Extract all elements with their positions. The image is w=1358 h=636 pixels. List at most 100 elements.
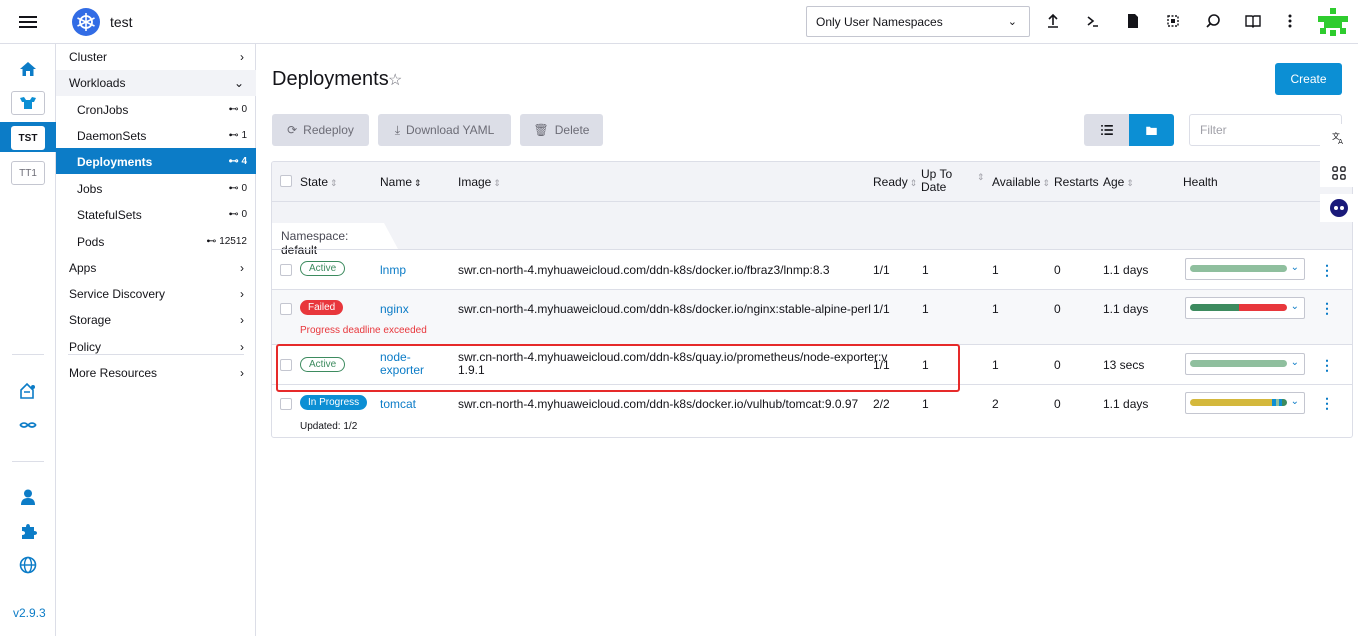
user-icon[interactable]: [16, 485, 40, 509]
list-view-toggle[interactable]: [1084, 114, 1129, 146]
cluster-tt1[interactable]: TT1: [11, 161, 45, 185]
deployment-name-link[interactable]: node-exporter: [380, 351, 424, 377]
table-row[interactable]: In Progress tomcat swr.cn-north-4.myhuaw…: [272, 384, 1352, 437]
create-button[interactable]: Create: [1275, 63, 1342, 95]
nav-group-policy[interactable]: Policy ›: [56, 334, 256, 360]
header-ready[interactable]: Ready ⇕: [873, 175, 917, 189]
version-label[interactable]: v2.9.3: [13, 606, 46, 620]
redeploy-button[interactable]: ⟳ Redeploy: [272, 114, 369, 146]
restarts-cell: 0: [1054, 302, 1061, 316]
chevron-right-icon: ›: [240, 366, 244, 380]
health-bar: [1190, 360, 1287, 367]
nav-item-statefulsets[interactable]: StatefulSets ⊷ 0: [56, 201, 256, 227]
cluster-tst[interactable]: TST: [11, 126, 45, 150]
table-row[interactable]: Active lnmp swr.cn-north-4.myhuaweicloud…: [272, 249, 1352, 289]
header-image[interactable]: Image ⇕: [458, 175, 501, 189]
delete-button[interactable]: 🗑 Delete: [520, 114, 603, 146]
row-actions-icon[interactable]: ⋮: [1320, 357, 1334, 373]
apps-grid-icon[interactable]: [1320, 159, 1358, 187]
nav-item-pods[interactable]: Pods ⊷ 12512: [56, 228, 256, 254]
row-checkbox[interactable]: [280, 359, 292, 371]
fleet-icon[interactable]: [16, 379, 40, 403]
menu-icon[interactable]: [18, 13, 38, 31]
redeploy-label: Redeploy: [303, 123, 354, 137]
search-icon[interactable]: [1203, 11, 1223, 31]
health-dropdown[interactable]: ⌄: [1185, 297, 1305, 319]
header-restarts[interactable]: Restarts: [1054, 175, 1099, 189]
deployment-name-link[interactable]: nginx: [380, 302, 409, 316]
table-row[interactable]: Failed nginx swr.cn-north-4.myhuaweiclou…: [272, 289, 1352, 344]
header-available[interactable]: Available ⇕: [992, 175, 1050, 189]
nav-group-label: Policy: [69, 340, 102, 354]
uptodate-cell: 1: [922, 263, 929, 277]
globe-icon[interactable]: [16, 553, 40, 577]
local-cluster-icon[interactable]: [11, 91, 45, 115]
health-dropdown[interactable]: ⌄: [1185, 392, 1305, 414]
health-dropdown[interactable]: ⌄: [1185, 353, 1305, 375]
header-health: Health: [1183, 175, 1218, 189]
deployment-name-link[interactable]: lnmp: [380, 263, 406, 277]
nav-group-label: Apps: [69, 261, 97, 275]
assistant-bot-icon[interactable]: [1320, 194, 1358, 222]
table-row[interactable]: Active node-exporter swr.cn-north-4.myhu…: [272, 344, 1352, 384]
header-name[interactable]: Name ⇕: [380, 175, 422, 189]
user-avatar[interactable]: [1318, 8, 1348, 36]
row-checkbox[interactable]: [280, 398, 292, 410]
select-all-checkbox[interactable]: [280, 175, 292, 187]
health-bar: [1190, 265, 1287, 272]
nav-group-cluster[interactable]: Cluster ›: [56, 44, 256, 70]
row-actions-icon[interactable]: ⋮: [1320, 262, 1334, 278]
chevron-right-icon: ›: [240, 287, 244, 301]
header-state[interactable]: State ⇕: [300, 175, 338, 189]
home-icon[interactable]: [16, 57, 40, 81]
trash-icon: 🗑: [533, 123, 549, 137]
nav-group-more-resources[interactable]: More Resources ›: [56, 360, 256, 386]
svg-text:A: A: [1338, 138, 1343, 145]
extensions-icon[interactable]: [16, 519, 40, 543]
available-cell: 1: [992, 263, 999, 277]
more-vertical-icon[interactable]: [1280, 11, 1300, 31]
row-checkbox[interactable]: [280, 264, 292, 276]
status-badge: Active: [300, 357, 346, 372]
nav-item-jobs[interactable]: Jobs ⊷ 0: [56, 175, 256, 201]
copy-kubeconfig-icon[interactable]: [1163, 11, 1183, 31]
header-up-to-date-sort-icon[interactable]: ⇕: [975, 169, 985, 183]
upload-icon[interactable]: [1043, 11, 1063, 31]
nav-group-label: Workloads: [69, 76, 126, 90]
translate-icon[interactable]: 文A: [1320, 124, 1358, 152]
terminal-icon[interactable]: [1083, 11, 1103, 31]
favorite-star-icon[interactable]: ☆: [388, 70, 402, 90]
file-icon[interactable]: [1123, 11, 1143, 31]
namespace-group-band: [272, 202, 1352, 249]
nav-item-cronjobs[interactable]: CronJobs ⊷ 0: [56, 96, 256, 122]
status-badge: Active: [300, 261, 346, 276]
image-cell: swr.cn-north-4.myhuaweicloud.com/ddn-k8s…: [458, 302, 871, 316]
nav-group-service-discovery[interactable]: Service Discovery ›: [56, 281, 256, 307]
row-actions-icon[interactable]: ⋮: [1320, 300, 1334, 316]
book-icon[interactable]: [1243, 11, 1263, 31]
row-actions-icon[interactable]: ⋮: [1320, 395, 1334, 411]
health-dropdown[interactable]: ⌄: [1185, 258, 1305, 280]
group-by-namespace-toggle[interactable]: [1129, 114, 1174, 146]
restarts-cell: 0: [1054, 358, 1061, 372]
chevron-down-icon: ⌄: [1290, 396, 1299, 407]
download-yaml-button[interactable]: ⤓ Download YAML: [378, 114, 511, 146]
virtualization-icon[interactable]: [16, 413, 40, 437]
namespace-filter-select[interactable]: Only User Namespaces ⌄: [806, 6, 1030, 37]
rail-divider: [12, 354, 44, 355]
nav-item-daemonsets[interactable]: DaemonSets ⊷ 1: [56, 122, 256, 148]
nav-group-storage[interactable]: Storage ›: [56, 307, 256, 333]
header-up-to-date[interactable]: Up To Date: [921, 168, 967, 194]
main-content: Deployments ☆ Create ⟳ Redeploy ⤓ Download…: [256, 44, 1358, 636]
download-icon: ⤓: [394, 122, 401, 137]
row-checkbox[interactable]: [280, 303, 292, 315]
deployment-name-link[interactable]: tomcat: [380, 397, 416, 411]
chevron-down-icon: ⌄: [233, 76, 244, 90]
nav-group-workloads[interactable]: Workloads ⌄: [56, 70, 256, 96]
nav-item-count: ⊷ 4: [228, 156, 247, 167]
namespace-group-label: Namespace: default: [272, 223, 398, 257]
header-age[interactable]: Age ⇕: [1103, 175, 1134, 189]
nav-item-deployments[interactable]: Deployments ⊷ 4: [56, 148, 256, 174]
nav-group-apps[interactable]: Apps ›: [56, 255, 256, 281]
age-cell: 1.1 days: [1103, 302, 1149, 316]
